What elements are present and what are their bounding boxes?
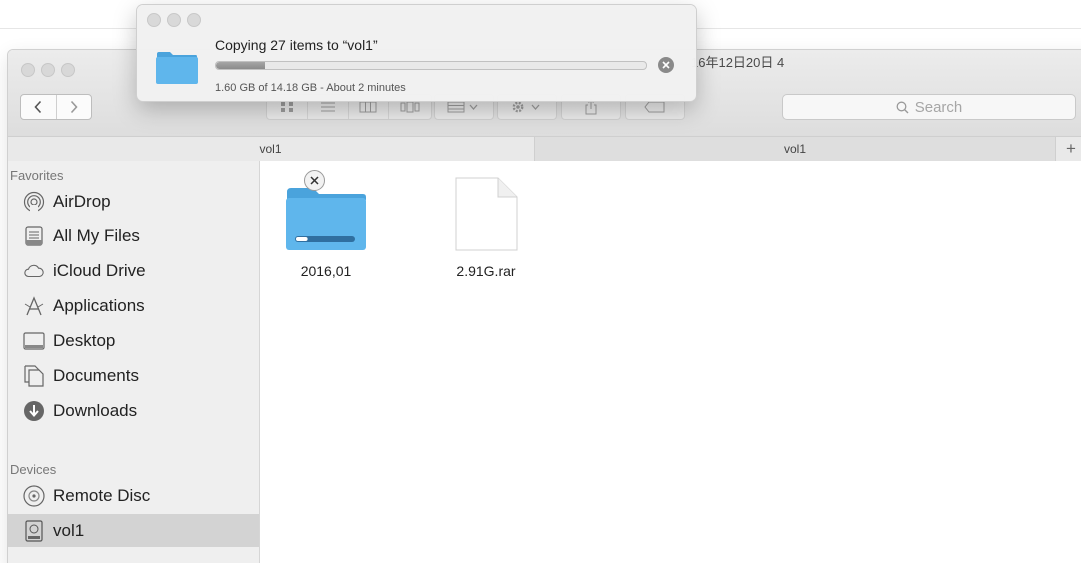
sidebar-item-all-my-files[interactable]: All My Files: [8, 219, 259, 252]
applications-icon: [23, 295, 45, 317]
copy-title: Copying 27 items to “vol1”: [215, 37, 378, 53]
sidebar-item-label: Remote Disc: [53, 485, 151, 505]
forward-button[interactable]: [55, 95, 92, 119]
close-button[interactable]: [21, 63, 35, 77]
sidebar-item-label: Applications: [53, 295, 145, 315]
desktop-icon: [23, 330, 45, 352]
chevron-right-icon: [70, 100, 78, 114]
file-name: 2016,01: [300, 263, 352, 279]
close-icon: [310, 176, 319, 185]
airdrop-icon: [23, 191, 45, 213]
sidebar-item-remote-disc[interactable]: Remote Disc: [8, 479, 259, 512]
sidebar-section-favorites: Favorites: [10, 168, 64, 183]
tag-icon: [644, 101, 665, 113]
documents-icon: [23, 364, 45, 387]
new-tab-button[interactable]: +: [1055, 137, 1081, 161]
icon-view-icon: [280, 102, 293, 112]
tab-bar: vol1 vol1 +: [8, 136, 1081, 162]
sidebar-item-documents[interactable]: Documents: [8, 359, 259, 392]
chevron-left-icon: [34, 100, 42, 114]
sidebar-item-label: Documents: [53, 365, 139, 385]
zoom-button[interactable]: [61, 63, 75, 77]
copy-window-zoom-button[interactable]: [187, 13, 201, 27]
minimize-button[interactable]: [41, 63, 55, 77]
sidebar-item-label: All My Files: [53, 225, 140, 245]
sidebar-item-label: iCloud Drive: [53, 260, 146, 280]
finder-window: 16年12日20日 4 Search vol1 vol1 + Favorites…: [8, 50, 1081, 563]
tab-vol1-second[interactable]: vol1: [534, 137, 1055, 161]
cancel-cross: [662, 61, 670, 69]
cancel-copy-badge[interactable]: [304, 170, 325, 191]
remote-disc-icon: [23, 484, 45, 507]
copy-progress-window: Copying 27 items to “vol1” 1.60 GB of 14…: [137, 5, 696, 101]
sidebar-item-desktop[interactable]: Desktop: [8, 324, 259, 357]
sidebar-item-applications[interactable]: Applications: [8, 289, 259, 322]
search-icon: [896, 101, 909, 113]
all-my-files-icon: [23, 225, 45, 247]
file-browser: 2016,01 2.91G.rar: [260, 161, 1081, 563]
copy-status: 1.60 GB of 14.18 GB - About 2 minutes: [215, 82, 406, 94]
document-icon: [455, 177, 518, 251]
sidebar-item-icloud-drive[interactable]: iCloud Drive: [8, 254, 259, 287]
copy-progress-bar: [215, 61, 647, 70]
sidebar-section-devices: Devices: [10, 462, 57, 477]
folder-icon: [286, 188, 366, 250]
folder-icon: [155, 49, 199, 90]
search-field[interactable]: Search: [782, 94, 1076, 120]
sidebar-item-vol1[interactable]: vol1: [8, 514, 259, 547]
folder-item[interactable]: 2016,01: [266, 176, 386, 279]
file-item[interactable]: 2.91G.rar: [426, 176, 546, 279]
sidebar-item-label: Desktop: [53, 330, 116, 350]
copy-window-close-button[interactable]: [147, 13, 161, 27]
downloads-icon: [23, 400, 45, 422]
sidebar-item-label: vol1: [53, 520, 85, 540]
cover-flow-icon: [400, 101, 420, 113]
copy-window-minimize-button[interactable]: [167, 13, 181, 27]
cancel-circle-icon[interactable]: [658, 57, 674, 73]
list-view-icon: [320, 102, 335, 112]
sidebar-item-label: AirDrop: [53, 191, 111, 211]
back-forward-group: [20, 94, 92, 120]
sidebar-item-label: Downloads: [53, 400, 138, 420]
gear-icon: [512, 101, 540, 113]
window-title: 16年12日20日 4: [691, 55, 785, 70]
column-view-icon: [359, 101, 377, 113]
share-icon: [585, 99, 597, 115]
back-button[interactable]: [21, 95, 56, 119]
sidebar-item-downloads[interactable]: Downloads: [8, 394, 259, 427]
search-placeholder: Search: [914, 98, 963, 116]
copy-progress-fill: [216, 62, 265, 69]
folder-copy-progress: [296, 237, 308, 241]
sidebar-item-airdrop[interactable]: AirDrop: [8, 185, 259, 218]
drive-icon: [23, 519, 45, 542]
sidebar: Favorites AirDrop All My Files iCloud Dr…: [8, 161, 260, 563]
arrange-icon: [447, 101, 478, 113]
screen: 16年12日20日 4 Search vol1 vol1 + Favorites…: [0, 0, 1081, 563]
file-name: 2.91G.rar: [456, 263, 516, 279]
icloud-icon: [23, 260, 45, 282]
tab-vol1-first[interactable]: vol1: [8, 137, 533, 161]
